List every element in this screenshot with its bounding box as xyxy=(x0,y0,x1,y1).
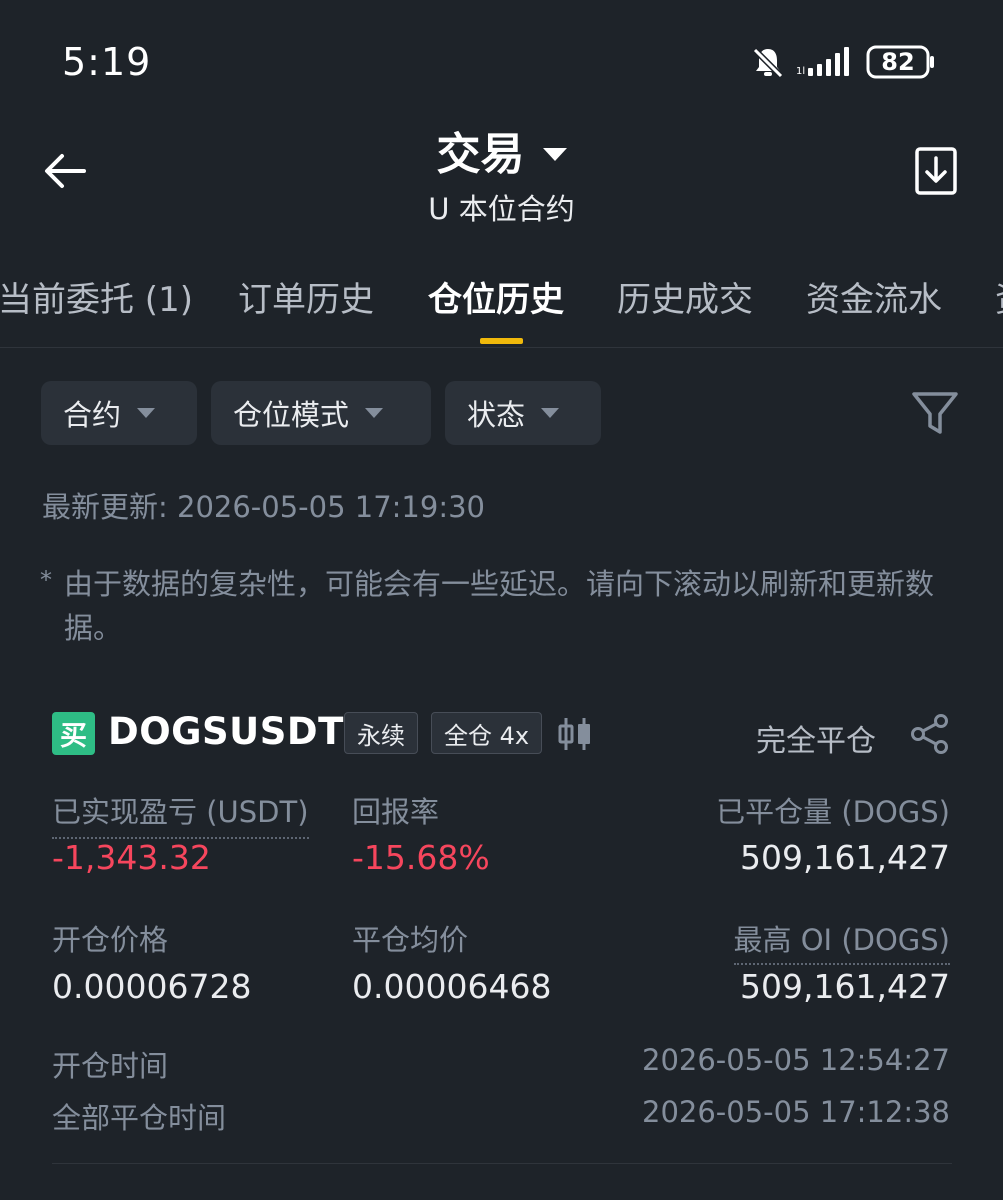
status-time: 5:19 xyxy=(62,40,152,84)
open-time-label: 开仓时间 xyxy=(52,1049,169,1083)
caret-down-icon xyxy=(541,408,560,418)
realized-pnl-label[interactable]: 已实现盈亏 (USDT) xyxy=(52,789,309,839)
roi-value: -15.68% xyxy=(352,838,490,877)
filter-position-mode[interactable]: 仓位模式 xyxy=(211,381,431,445)
tabs-divider xyxy=(0,347,1003,348)
last-updated-text: 最新更新: 2026-05-05 17:19:30 xyxy=(42,490,485,524)
caret-down-icon xyxy=(365,408,384,418)
notice-asterisk: * xyxy=(40,566,52,594)
caret-down-icon xyxy=(542,148,567,161)
full-close-time-label: 全部平仓时间 xyxy=(52,1101,227,1135)
candlestick-chart-icon[interactable] xyxy=(558,716,592,752)
filter-contract[interactable]: 合约 xyxy=(41,381,197,445)
position-status: 完全平仓 xyxy=(756,724,876,759)
max-oi-value: 509,161,427 xyxy=(740,967,950,1006)
delay-notice-text: 由于数据的复杂性，可能会有一些延迟。请向下滚动以刷新和更新数据。 xyxy=(64,567,935,645)
page-title: 交易 xyxy=(436,129,525,180)
bell-muted-icon xyxy=(752,47,784,79)
svg-text:1l: 1l xyxy=(796,66,805,77)
filter-contract-label: 合约 xyxy=(63,398,122,432)
filter-funnel-icon[interactable] xyxy=(910,388,960,438)
close-avg-price-label: 平仓均价 xyxy=(352,923,469,957)
active-tab-indicator xyxy=(480,338,523,344)
filter-status[interactable]: 状态 xyxy=(445,381,601,445)
signal-icon: 1l xyxy=(796,47,849,77)
side-badge: 买 xyxy=(52,712,95,755)
tab-transaction-history[interactable]: 资金流水 xyxy=(806,272,942,321)
tag-margin-leverage: 全仓 4x xyxy=(431,712,543,754)
closed-qty-value: 509,161,427 xyxy=(740,838,950,877)
filter-status-label: 状态 xyxy=(467,398,526,432)
tag-perpetual: 永续 xyxy=(344,712,418,754)
battery-level: 82 xyxy=(881,48,915,76)
roi-label: 回报率 xyxy=(352,795,440,829)
realized-pnl-value: -1,343.32 xyxy=(52,838,211,877)
tab-more[interactable]: 资 xyxy=(995,272,1003,321)
tab-position-history[interactable]: 仓位历史 xyxy=(428,272,564,321)
page-subtitle: U 本位合约 xyxy=(428,192,575,226)
entry-price-label: 开仓价格 xyxy=(52,923,169,957)
open-time-value: 2026-05-05 12:54:27 xyxy=(642,1043,950,1077)
entry-price-value: 0.00006728 xyxy=(52,967,252,1006)
caret-down-icon xyxy=(137,408,156,418)
card-divider xyxy=(52,1163,952,1164)
header-title-button[interactable]: 交易 xyxy=(0,118,1003,182)
tab-open-orders[interactable]: 当前委托 (1) xyxy=(0,272,193,321)
position-symbol[interactable]: DOGSUSDT xyxy=(108,710,344,753)
max-oi-label: 最高 OI (DOGS) xyxy=(733,923,950,965)
max-oi-label-wrap[interactable]: 最高 OI (DOGS) xyxy=(600,917,950,965)
screen: 5:19 1l 82 交易 U 本位合约 当前委托 (1) 订单历史 仓位历史 … xyxy=(0,0,1003,1200)
close-avg-price-value: 0.00006468 xyxy=(352,967,552,1006)
tab-order-history[interactable]: 订单历史 xyxy=(238,272,374,321)
full-close-time-value: 2026-05-05 17:12:38 xyxy=(642,1095,950,1129)
battery-icon: 82 xyxy=(866,44,936,80)
tab-trade-history[interactable]: 历史成交 xyxy=(617,272,753,321)
share-icon[interactable] xyxy=(908,712,952,756)
filter-position-mode-label: 仓位模式 xyxy=(233,398,350,432)
closed-qty-label: 已平仓量 (DOGS) xyxy=(716,795,950,829)
download-icon[interactable] xyxy=(912,146,960,196)
